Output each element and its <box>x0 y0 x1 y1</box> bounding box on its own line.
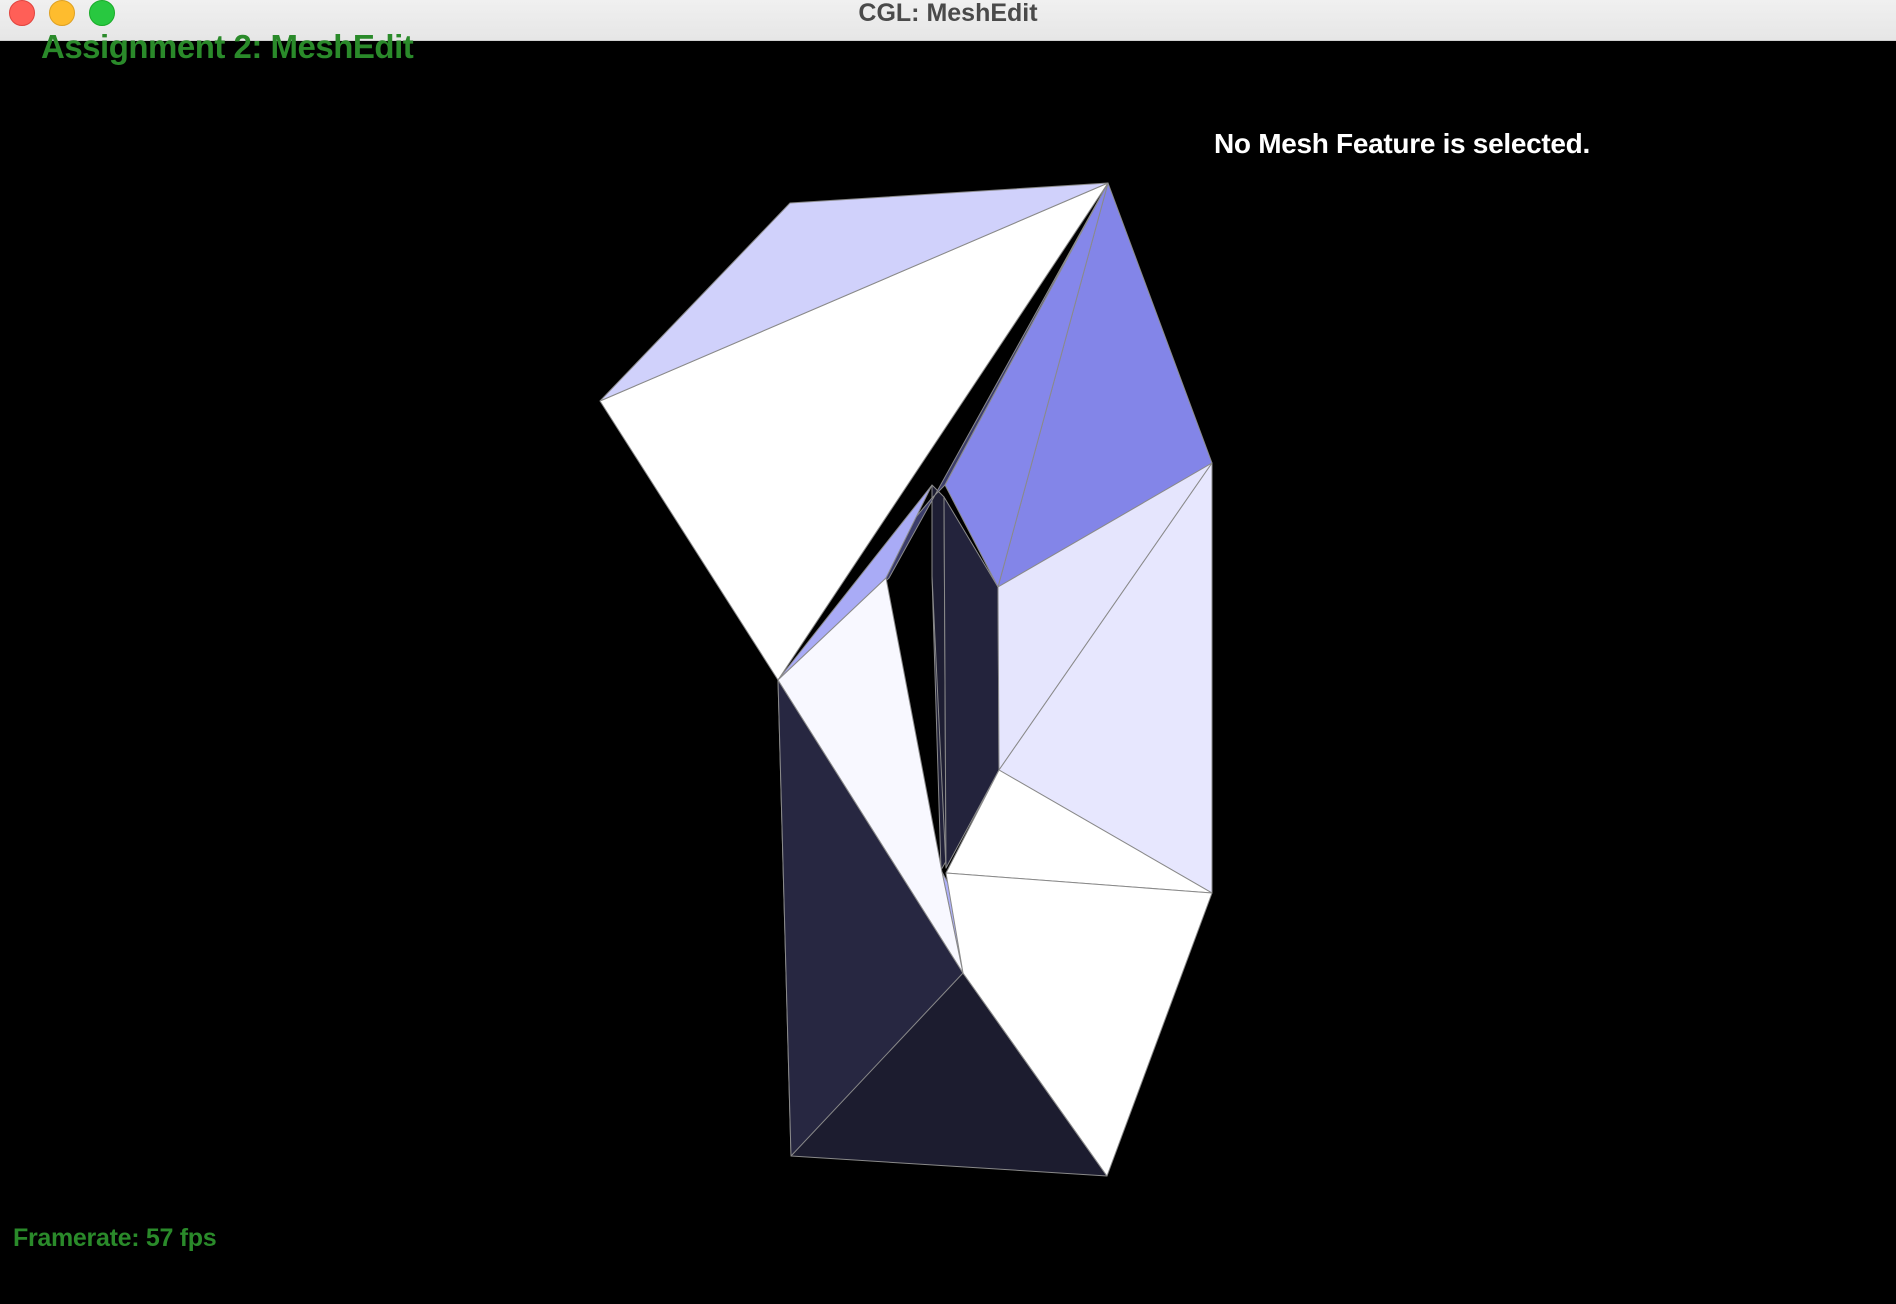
assignment-title: Assignment 2: MeshEdit <box>41 28 414 65</box>
mesh-render[interactable] <box>0 0 1896 1304</box>
selection-status: No Mesh Feature is selected. <box>1214 128 1590 159</box>
framerate-readout: Framerate: 57 fps <box>13 1224 217 1252</box>
app-window: CGL: MeshEdit Assignment 2: MeshEdit No … <box>0 0 1896 1304</box>
